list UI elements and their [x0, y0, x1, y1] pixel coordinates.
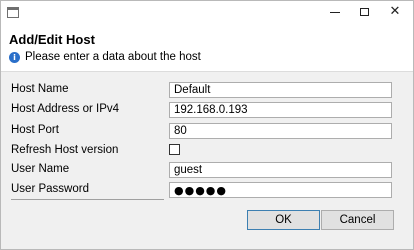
application-window-icon — [7, 7, 19, 18]
dialog-message: Please enter a data about the host — [25, 51, 201, 63]
minimize-button[interactable] — [321, 1, 349, 22]
cancel-button[interactable]: Cancel — [321, 210, 394, 230]
close-button[interactable]: ✕ — [379, 1, 411, 22]
minimize-icon — [330, 12, 340, 13]
user-name-field[interactable]: guest — [169, 162, 392, 178]
host-name-field[interactable]: Default — [169, 82, 392, 98]
close-icon: ✕ — [389, 4, 401, 19]
maximize-icon — [359, 7, 369, 16]
host-port-field[interactable]: 80 — [169, 123, 392, 139]
host-port-label: Host Port — [11, 124, 59, 136]
refresh-host-version-checkbox[interactable] — [169, 144, 180, 155]
user-password-label: User Password — [11, 183, 89, 195]
dialog-header: Add/Edit Host i Please enter a data abou… — [1, 25, 413, 72]
title-bar[interactable]: ✕ — [1, 1, 413, 25]
user-password-field[interactable]: ●●●●● — [169, 182, 392, 198]
add-edit-host-dialog: ✕ Add/Edit Host i Please enter a data ab… — [0, 0, 414, 250]
user-name-label: User Name — [11, 163, 70, 175]
ok-button[interactable]: OK — [247, 210, 320, 230]
separator — [11, 199, 164, 200]
host-name-label: Host Name — [11, 83, 69, 95]
dialog-title: Add/Edit Host — [9, 32, 95, 47]
info-icon: i — [9, 52, 20, 63]
host-address-field[interactable]: 192.168.0.193 — [169, 102, 392, 118]
host-address-label: Host Address or IPv4 — [11, 103, 120, 115]
maximize-button[interactable] — [351, 1, 377, 22]
refresh-host-version-label: Refresh Host version — [11, 144, 119, 156]
